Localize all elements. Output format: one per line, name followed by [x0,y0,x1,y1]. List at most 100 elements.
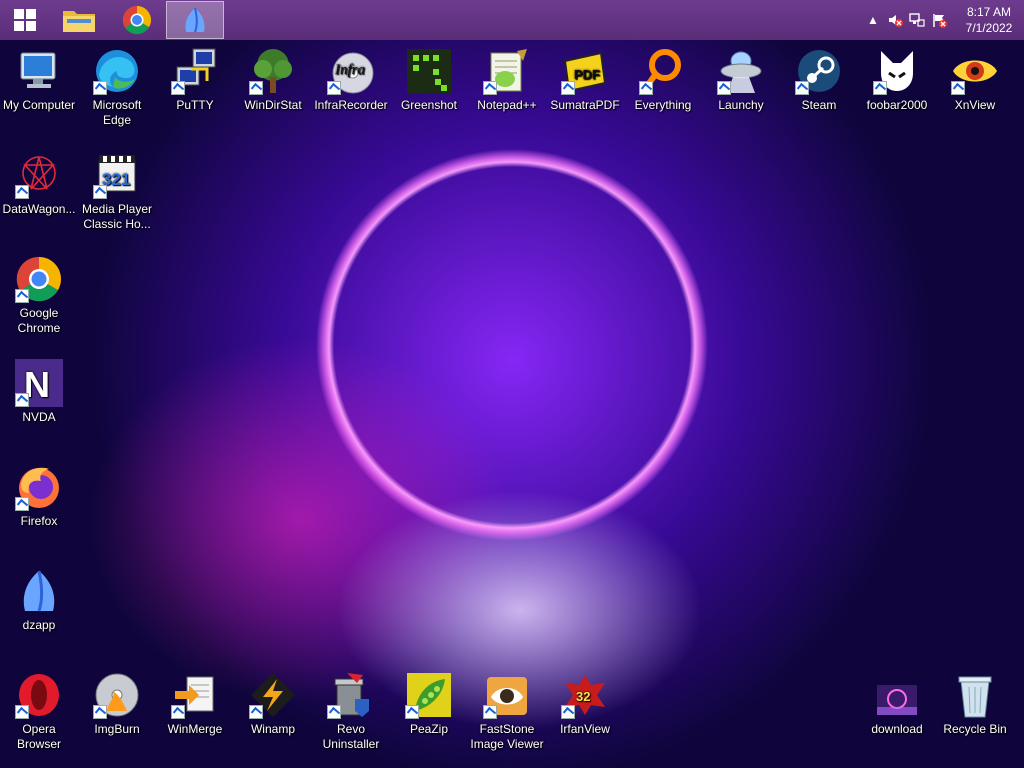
shortcut-arrow-icon [639,81,653,95]
clock[interactable]: 8:17 AM 7/1/2022 [956,4,1022,36]
shortcut-arrow-icon [327,705,341,719]
windows-logo-icon [14,9,36,31]
desktop-icon-revo-uninstaller[interactable]: Revo Uninstaller [313,671,389,752]
desktop-icon-datawagon[interactable]: DataWagon... [1,151,77,217]
shortcut-arrow-icon [561,705,575,719]
shortcut-arrow-icon [561,81,575,95]
desktop-icon-steam[interactable]: Steam [781,47,857,113]
desktop-icon-dzapp[interactable]: dzapp [1,567,77,633]
icon-label: Microsoft Edge [92,98,142,127]
desktop-icon-faststone-image-viewer[interactable]: FastStone Image Viewer [469,671,545,752]
shortcut-arrow-icon [15,289,29,303]
icon-label: XnView [954,98,996,112]
icon-label: IrfanView [560,722,610,736]
icon-label: DataWagon... [2,202,76,216]
icon-label: Media Player Classic Ho... [81,202,153,231]
icon-label: Recycle Bin [943,722,1007,736]
shortcut-arrow-icon [93,705,107,719]
icon-label: WinDirStat [244,98,302,112]
desktop-icon-opera-browser[interactable]: Opera Browser [1,671,77,752]
desktop-icon-my-computer[interactable]: My Computer [1,47,77,113]
shortcut-arrow-icon [171,81,185,95]
desktop-icon-irfanview[interactable]: 32 IrfanView [547,671,623,737]
desktop-icon-windirstat[interactable]: WinDirStat [235,47,311,113]
action-center-flag-icon[interactable] [928,0,950,40]
recycle-bin-icon [958,676,992,718]
desktop-icon-imgburn[interactable]: ImgBurn [79,671,155,737]
desktop-icon-nvda[interactable]: N NVDA [1,359,77,425]
chrome-icon [122,5,151,35]
shortcut-arrow-icon [951,81,965,95]
icon-label: Firefox [20,514,58,528]
desktop-icon-infrarecorder[interactable]: Infra InfraRecorder [313,47,389,113]
shortcut-arrow-icon [15,185,29,199]
icon-label: Steam [801,98,837,112]
shortcut-arrow-icon [15,393,29,407]
desktop-icon-winamp[interactable]: Winamp [235,671,311,737]
shortcut-arrow-icon [15,497,29,511]
desktop-icon-winmerge[interactable]: WinMerge [157,671,233,737]
irfanview-text: 32 [576,689,590,704]
icon-label: foobar2000 [866,98,928,112]
icon-label: Notepad++ [477,98,537,112]
shortcut-arrow-icon [249,705,263,719]
icon-label: FastStone Image Viewer [470,722,544,751]
desktop-icon-media-player-classic[interactable]: 321 Media Player Classic Ho... [79,151,155,232]
dzapp-icon [185,7,205,33]
desktop-icon-download[interactable]: download [859,671,935,737]
desktop-icon-launchy[interactable]: Launchy [703,47,779,113]
taskbar-dzapp[interactable] [166,1,224,39]
taskbar-google-chrome[interactable] [108,1,166,39]
taskbar-file-explorer[interactable] [50,1,108,39]
desktop-icon-recycle-bin[interactable]: Recycle Bin [937,671,1013,737]
infrarecorder-text: Infra [334,62,365,78]
shortcut-arrow-icon [93,185,107,199]
dzapp-icon [23,570,55,612]
desktop-icon-sumatrapdf[interactable]: PDF SumatraPDF [547,47,623,113]
icon-label: Everything [634,98,692,112]
clock-time: 8:17 AM [966,5,1012,19]
desktop-icon-microsoft-edge[interactable]: Microsoft Edge [79,47,155,128]
icon-label: My Computer [2,98,76,112]
icon-label: Greenshot [400,98,458,112]
shortcut-arrow-icon [171,705,185,719]
sumatra-text: PDF [574,67,600,82]
desktop-icon-greenshot[interactable]: Greenshot [391,47,467,113]
desktop-icon-peazip[interactable]: PeaZip [391,671,467,737]
icon-label: Launchy [718,98,764,112]
shortcut-arrow-icon [717,81,731,95]
folder-icon [63,11,95,32]
computer-icon [20,52,56,88]
shortcut-arrow-icon [483,705,497,719]
shortcut-arrow-icon [93,81,107,95]
system-tray: ▲ 8:17 AM 7/1/2022 [862,0,1024,40]
shortcut-arrow-icon [15,705,29,719]
desktop-icon-everything[interactable]: Everything [625,47,701,113]
shortcut-arrow-icon [249,81,263,95]
desktop-icon-foobar2000[interactable]: foobar2000 [859,47,935,113]
icon-label: PuTTY [176,98,214,112]
network-icon[interactable] [906,0,928,40]
show-hidden-icons-chevron-icon[interactable]: ▲ [862,0,884,40]
desktop-icon-notepad-plus-plus[interactable]: Notepad++ [469,47,545,113]
icon-label: download [871,722,923,736]
desktop-icon-firefox[interactable]: Firefox [1,463,77,529]
start-button[interactable] [0,0,50,40]
icon-label: ImgBurn [94,722,140,736]
desktop-icon-xnview[interactable]: XnView [937,47,1013,113]
shortcut-arrow-icon [873,81,887,95]
greenshot-icon [407,49,451,93]
shortcut-arrow-icon [483,81,497,95]
shortcut-arrow-icon [795,81,809,95]
download-image-icon [877,685,917,715]
shortcut-arrow-icon [405,705,419,719]
clock-date: 7/1/2022 [965,21,1013,35]
icon-label: InfraRecorder [314,98,388,112]
desktop-icon-putty[interactable]: PuTTY [157,47,233,113]
icon-label: Winamp [250,722,295,736]
icon-label: SumatraPDF [550,98,620,112]
volume-muted-icon[interactable] [884,0,906,40]
icon-label: NVDA [22,410,56,424]
taskbar: ▲ 8:17 AM 7/1/2022 [0,0,1024,40]
desktop-icon-google-chrome[interactable]: Google Chrome [1,255,77,336]
